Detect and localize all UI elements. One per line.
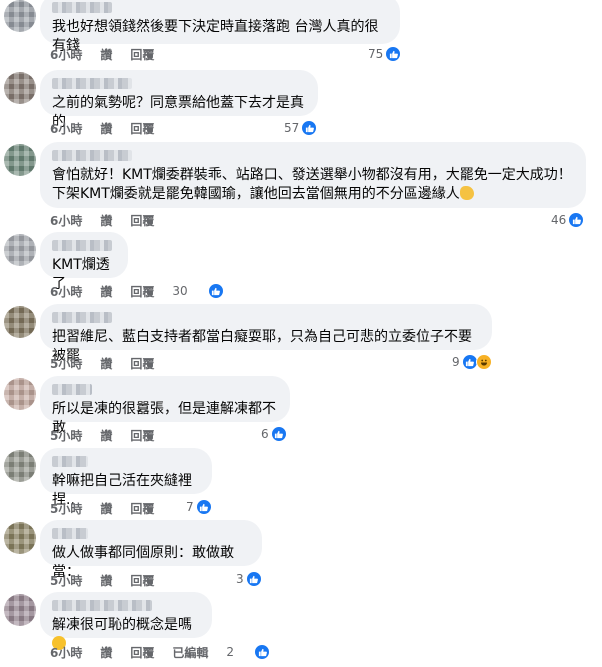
comment-bubble: 幹嘛把自己活在夾縫裡捏.. [40,448,212,508]
avatar[interactable] [4,378,36,410]
commenter-name[interactable] [52,150,132,161]
reaction-count[interactable]: 6 [261,426,287,442]
flexed-biceps-icon [459,186,474,200]
comment-actions: 6小時 讚 回覆 [50,46,172,62]
comment-bubble: KMT爛透了 [40,232,128,292]
like-icon [385,46,402,62]
commenter-name[interactable] [52,528,88,539]
like-icon [254,644,271,660]
timestamp[interactable]: 5小時 [50,500,82,517]
commenter-name[interactable] [52,78,132,89]
like-icon [301,120,318,136]
avatar[interactable] [4,234,36,266]
comment-actions: 5小時 讚 回覆 [50,500,172,516]
comment-actions: 6小時 讚 回覆 [50,212,172,228]
timestamp[interactable]: 6小時 [50,212,82,229]
like-button[interactable]: 讚 [100,120,112,137]
like-button[interactable]: 讚 [100,644,112,661]
like-button[interactable]: 讚 [100,212,112,229]
reaction-count[interactable]: 3 [236,571,262,587]
timestamp[interactable]: 6小時 [50,644,82,661]
reply-button[interactable]: 回覆 [130,120,154,137]
comment-bubble: 解凍很可恥的概念是嗎 [40,592,212,650]
reply-button[interactable]: 回覆 [130,500,154,517]
like-button[interactable]: 讚 [100,355,112,372]
comment-bubble: 我也好想領錢然後要下決定時直接落跑 台灣人真的很有錢 [40,0,400,54]
reaction-count[interactable]: 46 [551,212,585,228]
avatar[interactable] [4,594,36,626]
like-button[interactable]: 讚 [100,572,112,589]
avatar[interactable] [4,144,36,176]
reaction-count[interactable]: 7 [186,499,212,515]
reply-button[interactable]: 回覆 [130,46,154,63]
reply-button[interactable]: 回覆 [130,212,154,229]
reaction-count[interactable]: 9 [452,354,492,370]
reply-button[interactable]: 回覆 [130,644,154,661]
reply-button[interactable]: 回覆 [130,283,154,300]
reply-button[interactable]: 回覆 [130,355,154,372]
commenter-name[interactable] [52,312,112,323]
like-button[interactable]: 讚 [100,427,112,444]
like-icon [245,571,262,587]
avatar[interactable] [4,450,36,482]
avatar[interactable] [4,72,36,104]
avatar[interactable] [4,306,36,338]
reaction-count[interactable]: 30 [172,283,241,299]
commenter-name[interactable] [52,2,112,13]
comment-actions: 6小時 讚 回覆 已編輯 2 [50,644,306,660]
like-button[interactable]: 讚 [100,46,112,63]
like-button[interactable]: 讚 [100,500,112,517]
timestamp[interactable]: 5小時 [50,572,82,589]
like-icon [568,212,585,228]
edited-label[interactable]: 已編輯 [172,644,208,661]
commenter-name[interactable] [52,240,112,251]
reaction-count[interactable]: 2 [226,644,288,660]
comment-actions: 5小時 讚 回覆 [50,427,172,443]
comment-actions: 6小時 讚 回覆 [50,120,172,136]
comment-bubble: 會怕就好！KMT爛委群裝乖、站路口、發送選舉小物都沒有用，大罷免一定大成功！下架… [40,142,586,208]
haha-icon [475,354,492,370]
comment-actions: 5小時 讚 回覆 [50,572,172,588]
like-icon [207,283,224,299]
reaction-count[interactable]: 75 [368,46,402,62]
reaction-count[interactable]: 57 [284,120,318,136]
reply-button[interactable]: 回覆 [130,572,154,589]
commenter-name[interactable] [52,600,152,611]
like-icon [195,499,212,515]
comment-bubble: 之前的氣勢呢？同意票給他蓋下去才是真的 [40,70,318,130]
comment-bubble: 做人做事都同個原則：敢做敢當： [40,520,262,580]
timestamp[interactable]: 6小時 [50,46,82,63]
comment-text: 會怕就好！KMT爛委群裝乖、站路口、發送選舉小物都沒有用，大罷免一定大成功！下架… [52,167,572,202]
comment-bubble: 所以是凍的很囂張，但是連解凍都不敢 [40,376,290,436]
commenter-name[interactable] [52,384,92,395]
comment-actions: 5小時 讚 回覆 [50,355,172,371]
timestamp[interactable]: 6小時 [50,283,82,300]
comment-actions: 6小時 讚 回覆 30 [50,283,260,299]
like-icon [270,426,287,442]
timestamp[interactable]: 6小時 [50,120,82,137]
reply-button[interactable]: 回覆 [130,427,154,444]
timestamp[interactable]: 5小時 [50,355,82,372]
avatar[interactable] [4,0,36,32]
like-button[interactable]: 讚 [100,283,112,300]
timestamp[interactable]: 5小時 [50,427,82,444]
commenter-name[interactable] [52,456,88,467]
comment-bubble: 把習維尼、藍白支持者都當白癡耍耶，只為自己可悲的立委位子不要被罷 [40,304,492,364]
avatar[interactable] [4,522,36,554]
